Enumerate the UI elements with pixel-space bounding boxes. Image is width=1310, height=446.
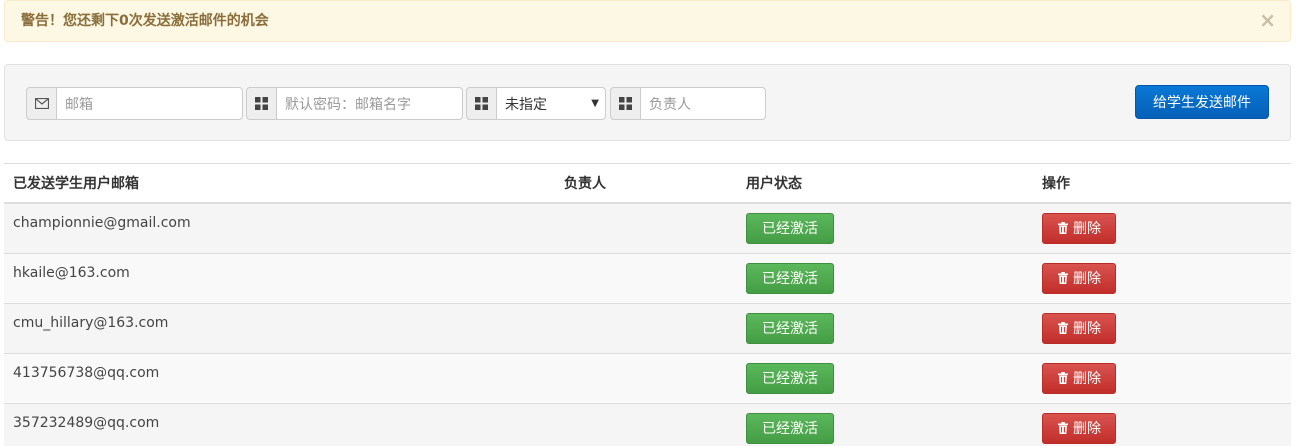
password-input[interactable]: 默认密码：邮箱名字	[276, 87, 463, 120]
delete-button[interactable]: 删除	[1042, 362, 1116, 394]
activated-status-button[interactable]: 已经激活	[746, 262, 834, 294]
row-email: cmu_hillary@163.com	[13, 314, 169, 331]
email-input-group: 邮箱	[26, 87, 243, 120]
delete-button[interactable]: 删除	[1042, 312, 1116, 344]
grid-icon	[466, 87, 496, 120]
row-email: 413756738@qq.com	[13, 364, 160, 381]
email-column-header: 已发送学生用户邮箱	[13, 175, 139, 192]
delete-button[interactable]: 删除	[1042, 262, 1116, 294]
warning-alert: 警告！您还剩下0次发送激活邮件的机会 ×	[4, 0, 1291, 42]
activated-status-button[interactable]: 已经激活	[746, 312, 834, 344]
delete-label: 删除	[1073, 221, 1101, 237]
password-input-group: 默认密码：邮箱名字	[246, 87, 463, 120]
activated-status-button[interactable]: 已经激活	[746, 412, 834, 444]
delete-label: 删除	[1073, 321, 1101, 337]
delete-label: 删除	[1073, 271, 1101, 287]
actions-column-header: 操作	[1042, 175, 1070, 192]
table-row: cmu_hillary@163.com 已经激活 删除	[4, 303, 1291, 353]
email-input[interactable]: 邮箱	[56, 87, 243, 120]
owner-input[interactable]: 负责人	[640, 87, 766, 120]
table-header-row: 已发送学生用户邮箱 负责人 用户状态 操作	[4, 163, 1291, 203]
trash-icon	[1058, 422, 1068, 434]
filter-panel: 邮箱 默认密码：邮箱名字 未指定 ▼ 负责人 给学生发送邮件	[4, 64, 1291, 141]
delete-button[interactable]: 删除	[1042, 212, 1116, 244]
row-owner	[555, 253, 737, 303]
row-email: hkaile@163.com	[13, 264, 130, 281]
select-value: 未指定	[505, 96, 547, 113]
row-owner	[555, 303, 737, 353]
activated-status-button[interactable]: 已经激活	[746, 212, 834, 244]
row-email: championnie@gmail.com	[13, 214, 191, 231]
grid-icon	[246, 87, 276, 120]
envelope-icon	[26, 87, 56, 120]
table-row: hkaile@163.com 已经激活 删除	[4, 253, 1291, 303]
assignee-select[interactable]: 未指定 ▼	[496, 87, 606, 120]
trash-icon	[1058, 372, 1068, 384]
dropdown-arrow-icon: ▼	[591, 98, 599, 109]
assignee-select-group: 未指定 ▼	[466, 87, 606, 120]
table-row: 413756738@qq.com 已经激活 删除	[4, 353, 1291, 403]
row-email: 357232489@qq.com	[13, 414, 160, 431]
delete-label: 删除	[1073, 371, 1101, 387]
delete-label: 删除	[1073, 421, 1101, 437]
students-table: 已发送学生用户邮箱 负责人 用户状态 操作 championnie@gmail.…	[4, 163, 1291, 446]
table-row: 357232489@qq.com 已经激活 删除	[4, 403, 1291, 446]
close-icon[interactable]: ×	[1259, 10, 1276, 30]
trash-icon	[1058, 222, 1068, 234]
trash-icon	[1058, 322, 1068, 334]
delete-button[interactable]: 删除	[1042, 412, 1116, 444]
grid-icon	[610, 87, 640, 120]
activated-status-button[interactable]: 已经激活	[746, 362, 834, 394]
status-column-header: 用户状态	[746, 175, 802, 192]
owner-column-header: 负责人	[564, 175, 606, 192]
trash-icon	[1058, 272, 1068, 284]
row-owner	[555, 353, 737, 403]
table-row: championnie@gmail.com 已经激活 删除	[4, 202, 1291, 254]
row-owner	[555, 203, 737, 254]
send-email-button[interactable]: 给学生发送邮件	[1135, 85, 1269, 119]
row-owner	[555, 403, 737, 446]
alert-text: 警告！您还剩下0次发送激活邮件的机会	[21, 13, 269, 29]
owner-input-group: 负责人	[610, 87, 766, 120]
